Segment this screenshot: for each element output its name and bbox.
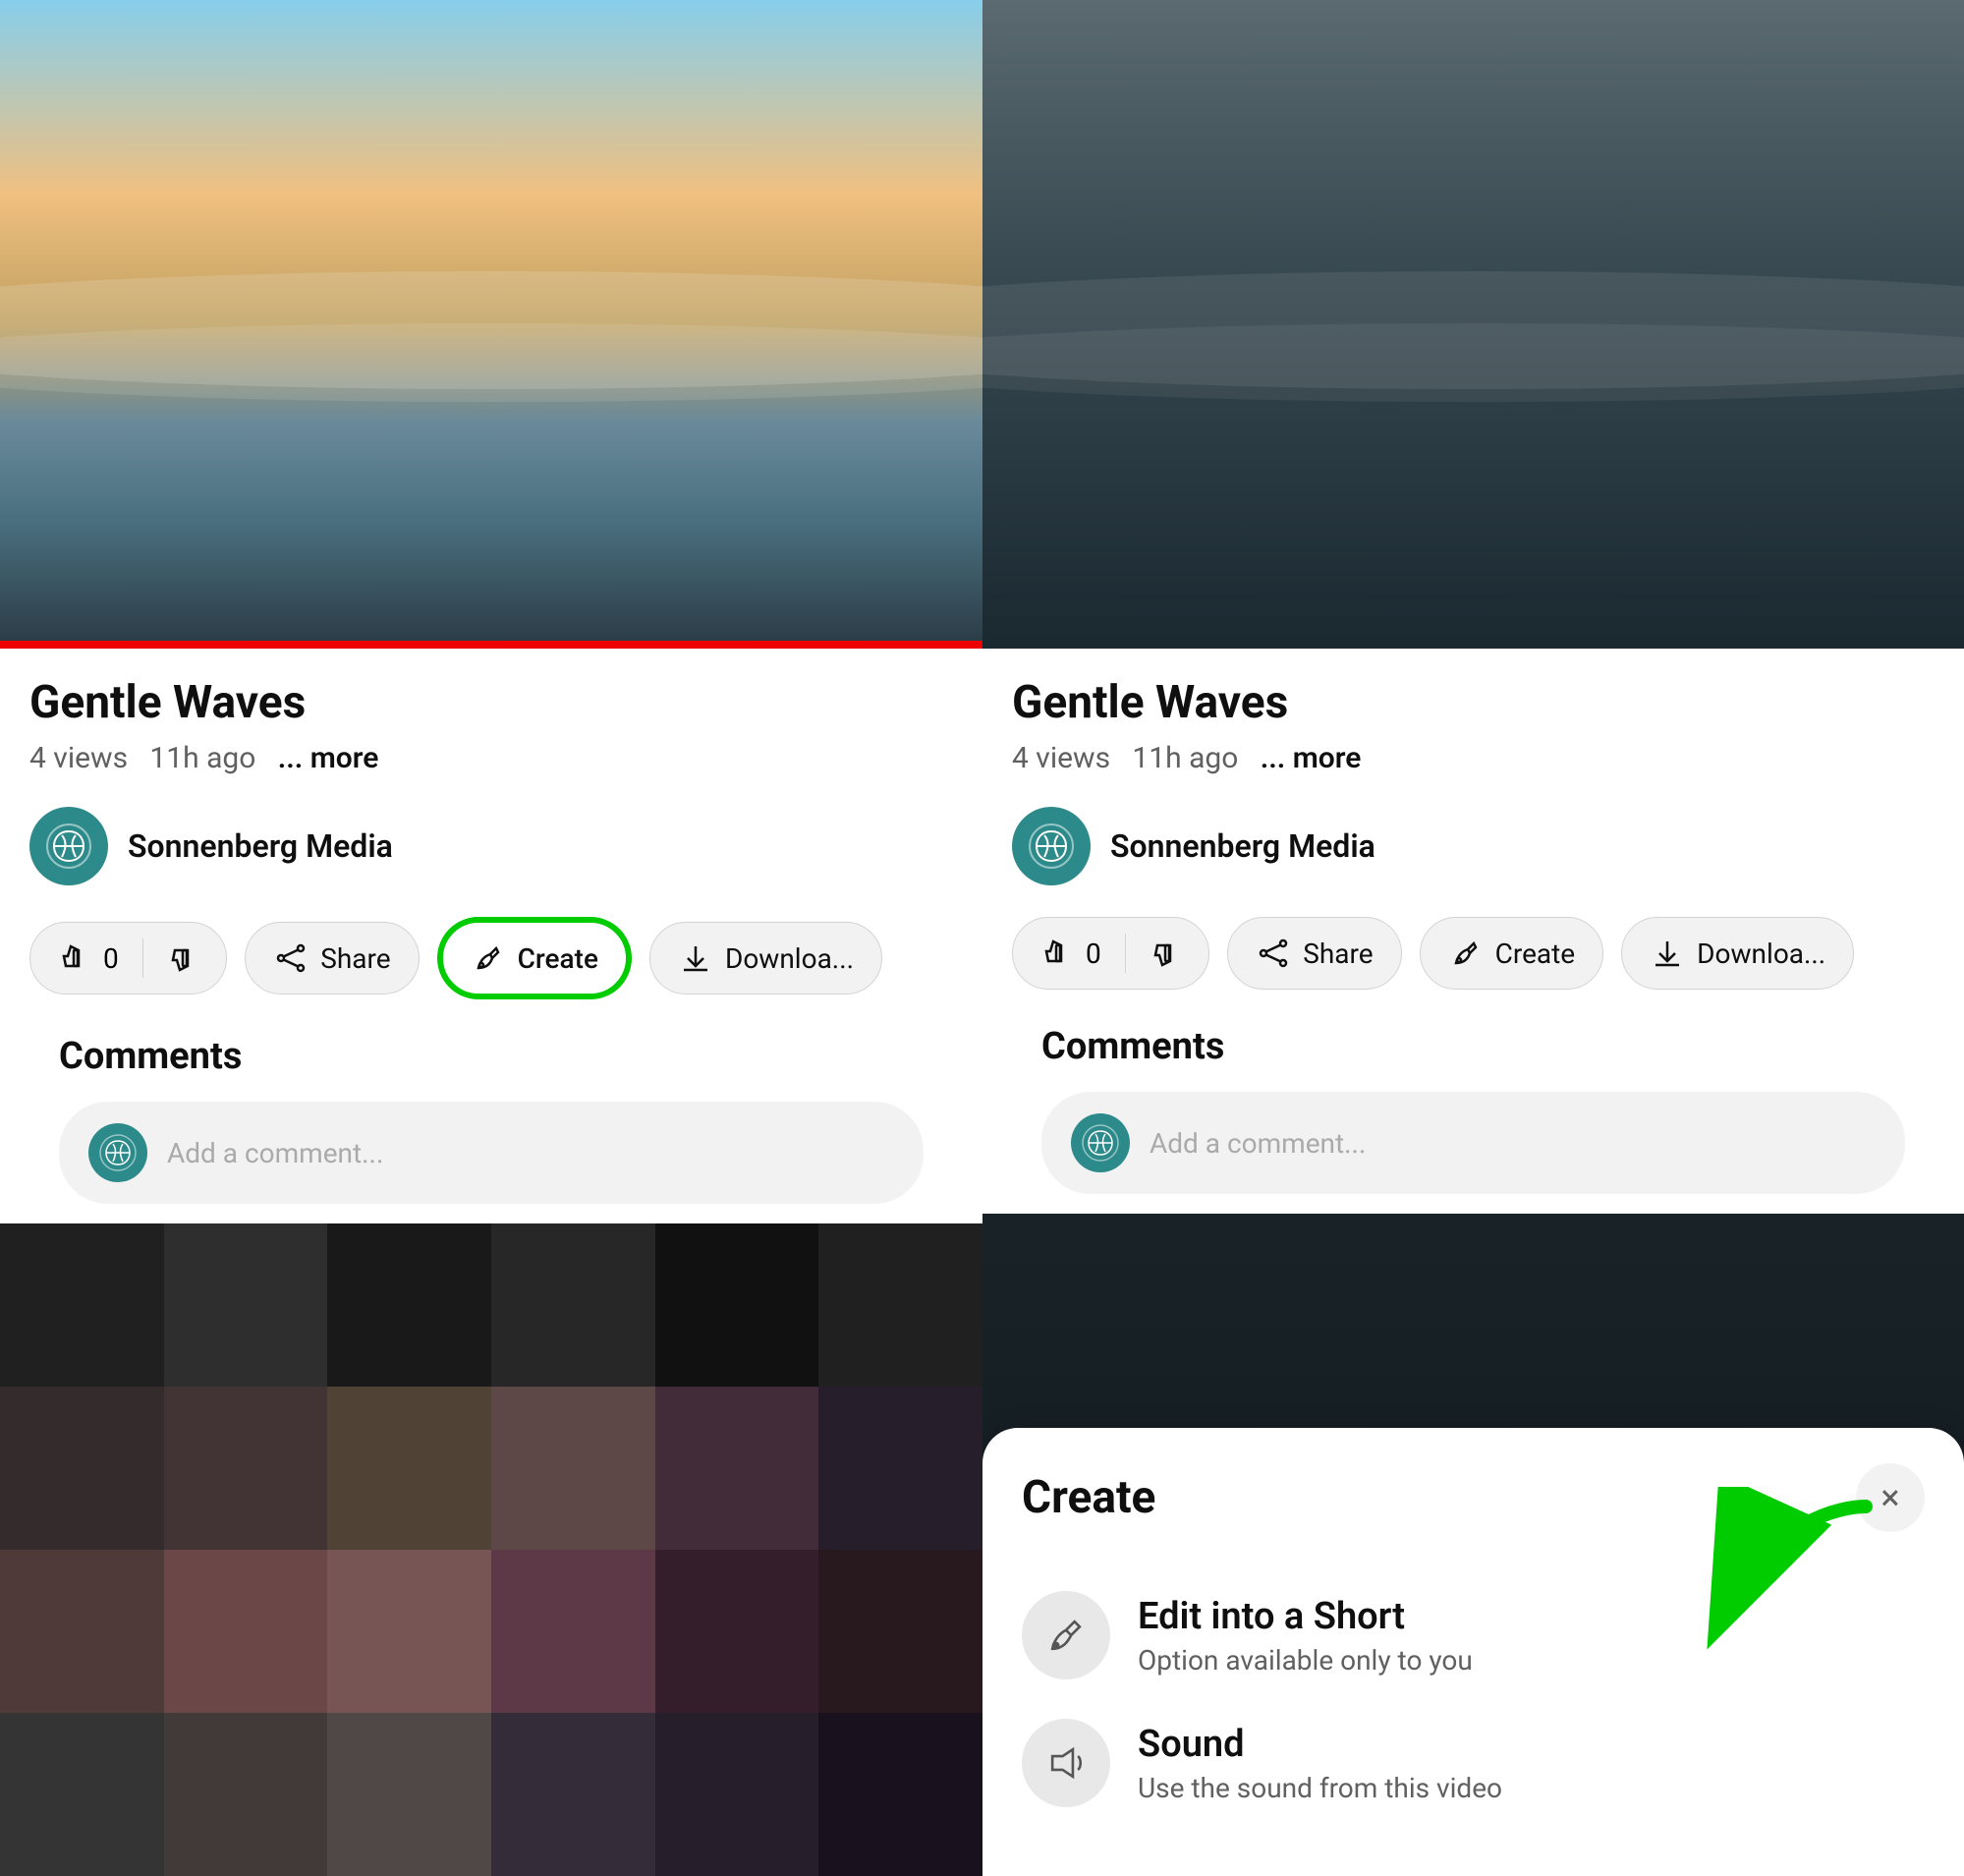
comments-section-left: Comments Add a comment... <box>29 1035 953 1204</box>
video-title-right: Gentle Waves <box>1012 676 1935 729</box>
dislike-button-right[interactable] <box>1126 918 1208 989</box>
comment-placeholder-left: Add a comment... <box>167 1137 383 1169</box>
channel-row-left: Sonnenberg Media <box>29 807 953 885</box>
channel-avatar-right[interactable] <box>1012 807 1091 885</box>
bottom-sheet: Create × Edit into a Short Option availa… <box>982 1428 1964 1876</box>
channel-avatar-left[interactable] <box>29 807 108 885</box>
comment-avatar-right <box>1071 1113 1130 1172</box>
like-button-left[interactable]: 0 <box>30 923 142 994</box>
comment-placeholder-right: Add a comment... <box>1150 1127 1366 1160</box>
sound-subtitle: Use the sound from this video <box>1138 1772 1502 1804</box>
comment-input-row-left[interactable]: Add a comment... <box>59 1102 924 1204</box>
video-title-left: Gentle Waves <box>29 676 953 729</box>
comments-title-left: Comments <box>59 1035 924 1078</box>
like-dislike-group-right[interactable]: 0 <box>1012 917 1209 990</box>
download-button-right[interactable]: Downloa... <box>1621 917 1854 990</box>
edit-short-text: Edit into a Short Option available only … <box>1138 1595 1473 1677</box>
action-bar-right: 0 Share <box>1012 917 1935 990</box>
bottom-content-left <box>0 1223 982 1876</box>
channel-row-right: Sonnenberg Media <box>1012 807 1935 885</box>
channel-name-right[interactable]: Sonnenberg Media <box>1110 827 1375 865</box>
share-button-right[interactable]: Share <box>1227 917 1401 990</box>
edit-short-title: Edit into a Short <box>1138 1595 1473 1638</box>
edit-short-icon <box>1022 1591 1110 1679</box>
bottom-right-area: Create × Edit into a Short Option availa… <box>982 1214 1964 1876</box>
video-thumbnail-right[interactable] <box>982 0 1964 649</box>
bottom-sheet-title: Create <box>1022 1471 1155 1524</box>
dislike-button-left[interactable] <box>143 923 226 994</box>
video-info-right: Gentle Waves 4 views 11h ago ... more So… <box>982 649 1964 1214</box>
share-button-left[interactable]: Share <box>245 922 419 995</box>
comment-avatar-left <box>88 1123 147 1182</box>
edit-short-subtitle: Option available only to you <box>1138 1644 1473 1677</box>
like-dislike-group-left[interactable]: 0 <box>29 922 227 995</box>
comments-title-right: Comments <box>1041 1025 1905 1068</box>
create-button-left[interactable]: Create <box>437 917 632 999</box>
video-thumbnail-left[interactable] <box>0 0 982 649</box>
video-meta-right: 4 views 11h ago ... more <box>1012 741 1935 775</box>
sound-title: Sound <box>1138 1723 1502 1766</box>
left-panel: Gentle Waves 4 views 11h ago ... more So… <box>0 0 982 1876</box>
video-info-left: Gentle Waves 4 views 11h ago ... more So… <box>0 649 982 1223</box>
sheet-item-sound[interactable]: Sound Use the sound from this video <box>1022 1699 1925 1827</box>
download-button-left[interactable]: Downloa... <box>649 922 882 995</box>
sound-text: Sound Use the sound from this video <box>1138 1723 1502 1804</box>
sound-icon <box>1022 1719 1110 1807</box>
right-panel: Gentle Waves 4 views 11h ago ... more So… <box>982 0 1964 1876</box>
comment-input-row-right[interactable]: Add a comment... <box>1041 1092 1905 1194</box>
comments-section-right: Comments Add a comment... <box>1012 1025 1935 1194</box>
channel-name-left[interactable]: Sonnenberg Media <box>128 827 393 865</box>
like-button-right[interactable]: 0 <box>1013 918 1125 989</box>
action-bar-left: 0 Share <box>29 917 953 999</box>
video-meta-left: 4 views 11h ago ... more <box>29 741 953 775</box>
create-button-right[interactable]: Create <box>1420 917 1604 990</box>
green-arrow <box>1689 1487 1885 1683</box>
